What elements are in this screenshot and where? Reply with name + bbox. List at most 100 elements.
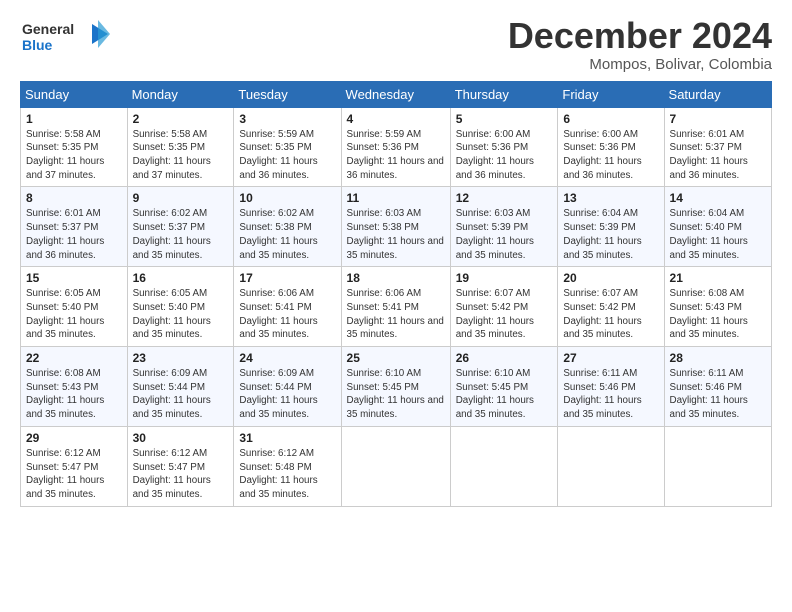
table-cell: 9 Sunrise: 6:02 AMSunset: 5:37 PMDayligh… bbox=[127, 187, 234, 267]
week-row-4: 22 Sunrise: 6:08 AMSunset: 5:43 PMDaylig… bbox=[21, 347, 772, 427]
table-cell: 20 Sunrise: 6:07 AMSunset: 5:42 PMDaylig… bbox=[558, 267, 664, 347]
table-cell: 5 Sunrise: 6:00 AMSunset: 5:36 PMDayligh… bbox=[450, 107, 558, 187]
col-monday: Monday bbox=[127, 81, 234, 107]
day-info: Sunrise: 6:11 AMSunset: 5:46 PMDaylight:… bbox=[563, 367, 658, 422]
day-info: Sunrise: 6:03 AMSunset: 5:38 PMDaylight:… bbox=[347, 207, 445, 262]
day-info: Sunrise: 6:12 AMSunset: 5:47 PMDaylight:… bbox=[26, 447, 122, 502]
calendar-table: Sunday Monday Tuesday Wednesday Thursday… bbox=[20, 81, 772, 507]
col-thursday: Thursday bbox=[450, 81, 558, 107]
table-cell: 16 Sunrise: 6:05 AMSunset: 5:40 PMDaylig… bbox=[127, 267, 234, 347]
day-number: 15 bbox=[26, 271, 122, 285]
table-cell: 31 Sunrise: 6:12 AMSunset: 5:48 PMDaylig… bbox=[234, 426, 341, 506]
week-row-1: 1 Sunrise: 5:58 AMSunset: 5:35 PMDayligh… bbox=[21, 107, 772, 187]
table-cell: 24 Sunrise: 6:09 AMSunset: 5:44 PMDaylig… bbox=[234, 347, 341, 427]
day-info: Sunrise: 6:04 AMSunset: 5:39 PMDaylight:… bbox=[563, 207, 658, 262]
table-cell bbox=[558, 426, 664, 506]
day-number: 9 bbox=[133, 191, 229, 205]
day-info: Sunrise: 6:00 AMSunset: 5:36 PMDaylight:… bbox=[563, 128, 658, 183]
table-cell bbox=[341, 426, 450, 506]
day-number: 18 bbox=[347, 271, 445, 285]
day-number: 10 bbox=[239, 191, 335, 205]
day-info: Sunrise: 6:06 AMSunset: 5:41 PMDaylight:… bbox=[239, 287, 335, 342]
day-number: 29 bbox=[26, 431, 122, 445]
day-info: Sunrise: 6:07 AMSunset: 5:42 PMDaylight:… bbox=[563, 287, 658, 342]
day-info: Sunrise: 6:00 AMSunset: 5:36 PMDaylight:… bbox=[456, 128, 553, 183]
svg-text:Blue: Blue bbox=[22, 37, 53, 53]
day-info: Sunrise: 6:12 AMSunset: 5:48 PMDaylight:… bbox=[239, 447, 335, 502]
day-number: 28 bbox=[670, 351, 766, 365]
table-cell: 12 Sunrise: 6:03 AMSunset: 5:39 PMDaylig… bbox=[450, 187, 558, 267]
col-saturday: Saturday bbox=[664, 81, 771, 107]
table-cell bbox=[450, 426, 558, 506]
day-info: Sunrise: 5:59 AMSunset: 5:35 PMDaylight:… bbox=[239, 128, 335, 183]
table-cell: 15 Sunrise: 6:05 AMSunset: 5:40 PMDaylig… bbox=[21, 267, 128, 347]
table-cell bbox=[664, 426, 771, 506]
day-info: Sunrise: 5:58 AMSunset: 5:35 PMDaylight:… bbox=[133, 128, 229, 183]
day-info: Sunrise: 6:05 AMSunset: 5:40 PMDaylight:… bbox=[26, 287, 122, 342]
day-info: Sunrise: 6:12 AMSunset: 5:47 PMDaylight:… bbox=[133, 447, 229, 502]
day-number: 6 bbox=[563, 112, 658, 126]
table-cell: 6 Sunrise: 6:00 AMSunset: 5:36 PMDayligh… bbox=[558, 107, 664, 187]
day-number: 26 bbox=[456, 351, 553, 365]
table-cell: 27 Sunrise: 6:11 AMSunset: 5:46 PMDaylig… bbox=[558, 347, 664, 427]
day-number: 19 bbox=[456, 271, 553, 285]
day-number: 1 bbox=[26, 112, 122, 126]
day-number: 11 bbox=[347, 191, 445, 205]
day-number: 23 bbox=[133, 351, 229, 365]
logo-area: General Blue bbox=[20, 16, 110, 61]
day-info: Sunrise: 6:11 AMSunset: 5:46 PMDaylight:… bbox=[670, 367, 766, 422]
week-row-5: 29 Sunrise: 6:12 AMSunset: 5:47 PMDaylig… bbox=[21, 426, 772, 506]
day-info: Sunrise: 6:01 AMSunset: 5:37 PMDaylight:… bbox=[26, 207, 122, 262]
day-info: Sunrise: 5:59 AMSunset: 5:36 PMDaylight:… bbox=[347, 128, 445, 183]
page: General Blue December 2024 Mompos, Boliv… bbox=[0, 0, 792, 612]
day-number: 20 bbox=[563, 271, 658, 285]
day-number: 7 bbox=[670, 112, 766, 126]
day-number: 3 bbox=[239, 112, 335, 126]
day-number: 27 bbox=[563, 351, 658, 365]
table-cell: 21 Sunrise: 6:08 AMSunset: 5:43 PMDaylig… bbox=[664, 267, 771, 347]
day-info: Sunrise: 6:08 AMSunset: 5:43 PMDaylight:… bbox=[26, 367, 122, 422]
table-cell: 11 Sunrise: 6:03 AMSunset: 5:38 PMDaylig… bbox=[341, 187, 450, 267]
day-info: Sunrise: 6:08 AMSunset: 5:43 PMDaylight:… bbox=[670, 287, 766, 342]
day-number: 5 bbox=[456, 112, 553, 126]
col-sunday: Sunday bbox=[21, 81, 128, 107]
header-row: Sunday Monday Tuesday Wednesday Thursday… bbox=[21, 81, 772, 107]
day-info: Sunrise: 6:02 AMSunset: 5:37 PMDaylight:… bbox=[133, 207, 229, 262]
table-cell: 8 Sunrise: 6:01 AMSunset: 5:37 PMDayligh… bbox=[21, 187, 128, 267]
day-info: Sunrise: 6:04 AMSunset: 5:40 PMDaylight:… bbox=[670, 207, 766, 262]
day-number: 22 bbox=[26, 351, 122, 365]
week-row-2: 8 Sunrise: 6:01 AMSunset: 5:37 PMDayligh… bbox=[21, 187, 772, 267]
table-cell: 7 Sunrise: 6:01 AMSunset: 5:37 PMDayligh… bbox=[664, 107, 771, 187]
table-cell: 22 Sunrise: 6:08 AMSunset: 5:43 PMDaylig… bbox=[21, 347, 128, 427]
table-cell: 10 Sunrise: 6:02 AMSunset: 5:38 PMDaylig… bbox=[234, 187, 341, 267]
col-friday: Friday bbox=[558, 81, 664, 107]
day-number: 30 bbox=[133, 431, 229, 445]
table-cell: 23 Sunrise: 6:09 AMSunset: 5:44 PMDaylig… bbox=[127, 347, 234, 427]
week-row-3: 15 Sunrise: 6:05 AMSunset: 5:40 PMDaylig… bbox=[21, 267, 772, 347]
day-info: Sunrise: 6:01 AMSunset: 5:37 PMDaylight:… bbox=[670, 128, 766, 183]
title-area: December 2024 Mompos, Bolivar, Colombia bbox=[508, 16, 772, 73]
day-info: Sunrise: 6:05 AMSunset: 5:40 PMDaylight:… bbox=[133, 287, 229, 342]
day-number: 12 bbox=[456, 191, 553, 205]
table-cell: 29 Sunrise: 6:12 AMSunset: 5:47 PMDaylig… bbox=[21, 426, 128, 506]
col-tuesday: Tuesday bbox=[234, 81, 341, 107]
table-cell: 3 Sunrise: 5:59 AMSunset: 5:35 PMDayligh… bbox=[234, 107, 341, 187]
day-info: Sunrise: 6:02 AMSunset: 5:38 PMDaylight:… bbox=[239, 207, 335, 262]
day-info: Sunrise: 6:09 AMSunset: 5:44 PMDaylight:… bbox=[239, 367, 335, 422]
day-number: 8 bbox=[26, 191, 122, 205]
day-number: 31 bbox=[239, 431, 335, 445]
svg-text:General: General bbox=[22, 21, 74, 37]
day-number: 4 bbox=[347, 112, 445, 126]
day-info: Sunrise: 6:03 AMSunset: 5:39 PMDaylight:… bbox=[456, 207, 553, 262]
table-cell: 14 Sunrise: 6:04 AMSunset: 5:40 PMDaylig… bbox=[664, 187, 771, 267]
table-cell: 18 Sunrise: 6:06 AMSunset: 5:41 PMDaylig… bbox=[341, 267, 450, 347]
table-cell: 13 Sunrise: 6:04 AMSunset: 5:39 PMDaylig… bbox=[558, 187, 664, 267]
table-cell: 28 Sunrise: 6:11 AMSunset: 5:46 PMDaylig… bbox=[664, 347, 771, 427]
table-cell: 1 Sunrise: 5:58 AMSunset: 5:35 PMDayligh… bbox=[21, 107, 128, 187]
table-cell: 19 Sunrise: 6:07 AMSunset: 5:42 PMDaylig… bbox=[450, 267, 558, 347]
table-cell: 30 Sunrise: 6:12 AMSunset: 5:47 PMDaylig… bbox=[127, 426, 234, 506]
day-info: Sunrise: 6:10 AMSunset: 5:45 PMDaylight:… bbox=[456, 367, 553, 422]
header: General Blue December 2024 Mompos, Boliv… bbox=[20, 16, 772, 73]
table-cell: 26 Sunrise: 6:10 AMSunset: 5:45 PMDaylig… bbox=[450, 347, 558, 427]
day-number: 16 bbox=[133, 271, 229, 285]
